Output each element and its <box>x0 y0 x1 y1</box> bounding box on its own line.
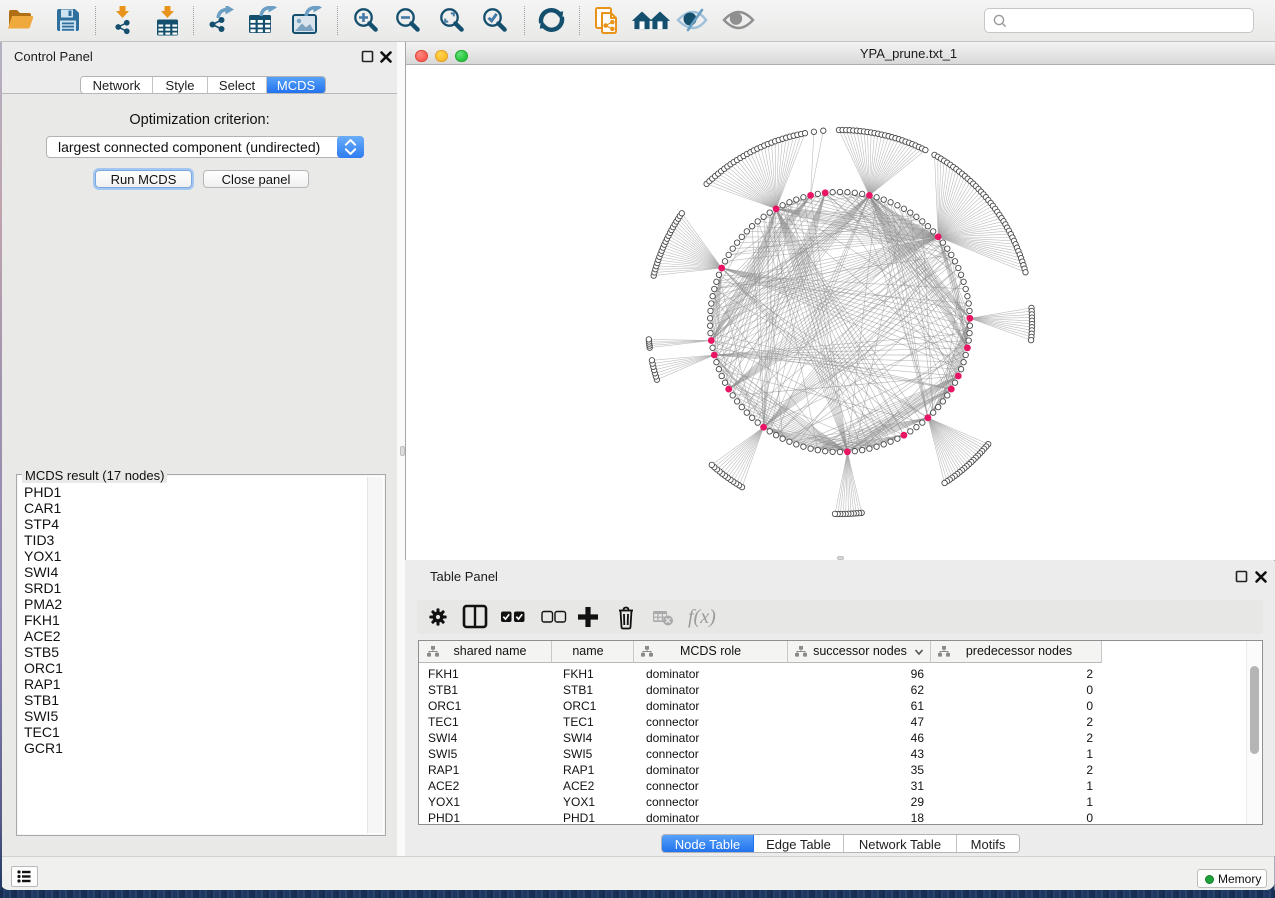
svg-text:f(x): f(x) <box>688 606 716 628</box>
